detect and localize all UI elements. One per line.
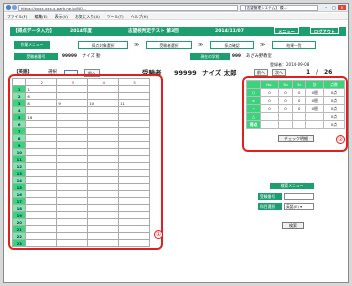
app-header: 【得点データ入力】 2014年度 志望校判定テスト 第3回 2014/11/07… <box>10 27 346 36</box>
search-subject-label: 科目選択 <box>258 203 282 210</box>
menu-edit[interactable]: 編集(E) <box>35 14 48 19</box>
menu-tools[interactable]: ツール(T) <box>107 14 124 19</box>
search-panel-title: 検索メニュー <box>270 183 314 189</box>
arrow-icon: ≫ <box>198 42 204 48</box>
address-bar[interactable]: https://xxxx-xxx-x-park.ne.jp/NO... <box>18 5 238 11</box>
arrow-icon: ≫ <box>134 42 140 48</box>
examinee-fullname: ナイズ 太郎 <box>202 69 237 77</box>
menu-help[interactable]: ヘルプ(H) <box>131 14 148 19</box>
back-icon[interactable] <box>6 5 11 10</box>
close-icon[interactable]: × <box>338 5 346 10</box>
examinee-info-row: 受験者番号 99999 ナイズ 勤 現在の学校 999 あざみ野教室 <box>10 52 346 61</box>
nav-next-button[interactable]: 次へ <box>272 69 286 76</box>
fiscal-year: 2014年度 <box>70 29 92 34</box>
header-date: 2014/11/07 <box>215 29 244 34</box>
step-breadcrumb: 作業メニュー 採点対象選択 ≫ 受験者選択 ≫ 採点確認 ≫ 結果一覧 <box>10 41 346 49</box>
step-check[interactable]: 採点確認 <box>210 41 254 49</box>
maximize-icon[interactable]: □ <box>330 5 338 10</box>
examinee-id: 99999 <box>174 69 197 77</box>
browser-menubar: ファイル(F) 編集(E) 表示(V) お気に入り(A) ツール(T) ヘルプ(… <box>4 13 348 20</box>
examinee-name: ナイズ 勤 <box>82 54 101 59</box>
annotation-box-2 <box>242 76 348 152</box>
marker-2: ② <box>336 135 345 144</box>
step-work-menu[interactable]: 作業メニュー <box>14 41 50 49</box>
forward-icon[interactable] <box>12 5 17 10</box>
step-results[interactable]: 結果一覧 <box>272 41 316 49</box>
search-number-label: 受験番号 <box>258 193 282 200</box>
school-code: 999 <box>232 54 241 59</box>
step-target[interactable]: 採点対象選択 <box>78 41 128 49</box>
menu-view[interactable]: 表示(V) <box>55 14 68 19</box>
page-title: 【得点データ入力】 <box>13 29 55 34</box>
examinee-number: 99999 <box>62 54 77 59</box>
step-examinee[interactable]: 受験者選択 <box>146 41 192 49</box>
exam-name: 志望校判定テスト 第3回 <box>128 29 179 34</box>
browser-tab[interactable]: 【志望管理システム】 模... <box>240 5 318 11</box>
browser-titlebar: https://xxxx-xxx-x-park.ne.jp/NO... 【志望管… <box>4 4 348 12</box>
school-name: あざみ野教室 <box>246 54 272 59</box>
search-button[interactable]: 検索 <box>282 222 304 229</box>
logout-button[interactable]: ログアウト <box>310 27 339 34</box>
menu-button[interactable]: メニュー <box>274 27 299 34</box>
examinee-number-label: 受験者番号 <box>14 53 58 60</box>
marker-1: ① <box>154 230 163 239</box>
search-number-input[interactable] <box>284 193 314 200</box>
menu-favorites[interactable]: お気に入り(A) <box>75 14 100 19</box>
menu-file[interactable]: ファイル(F) <box>7 14 27 19</box>
school-label: 現在の学校 <box>190 53 230 60</box>
minimize-icon[interactable]: – <box>322 5 330 10</box>
browser-window: https://xxxx-xxx-x-park.ne.jp/NO... 【志望管… <box>3 3 349 283</box>
search-subject-select[interactable]: 英語(E) ▾ <box>284 203 314 210</box>
search-panel: 検索メニュー 受験番号 科目選択 英語(E) ▾ 検索 <box>258 183 328 229</box>
arrow-icon: ≫ <box>260 42 266 48</box>
annotation-box-1 <box>8 74 163 250</box>
nav-prev-button[interactable]: 前へ <box>254 69 268 76</box>
